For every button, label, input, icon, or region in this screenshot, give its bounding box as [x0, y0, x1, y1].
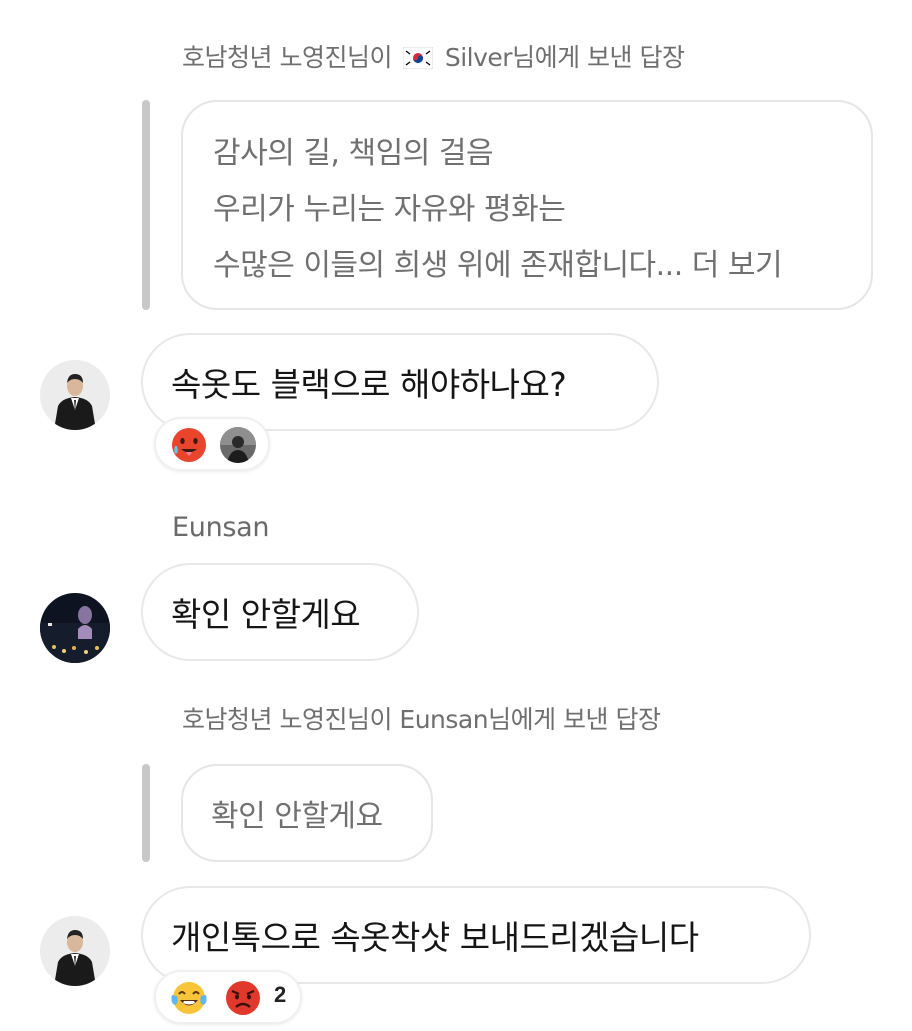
hot-face-emoji-icon	[172, 428, 206, 462]
message-text-3: 개인톡으로 속옷착샷 보내드리겠습니다	[171, 918, 699, 957]
quote-line-1: 감사의 길, 책임의 걸음	[213, 136, 494, 171]
south-korea-flag-icon	[403, 47, 434, 69]
reaction-count: 2	[274, 982, 287, 1007]
angry-face-emoji-icon	[226, 981, 260, 1015]
reply-header-1: 호남청년 노영진님이 Silver님에게 보낸 답장	[182, 38, 685, 74]
reaction-pill-3[interactable]: 2	[154, 970, 302, 1024]
reply-header-2: 호남청년 노영진님이 Eunsan님에게 보낸 답장	[182, 705, 661, 734]
message-bubble-2[interactable]: 확인 안할게요	[141, 563, 419, 661]
avatar-man-suit-icon	[40, 916, 110, 986]
quoted-message-2[interactable]: 확인 안할게요	[181, 764, 433, 862]
quote-line-3: 수많은 이들의 희생 위에 존재합니다... 더 보기	[213, 248, 783, 283]
quote-bar-1	[142, 100, 150, 310]
tears-of-joy-emoji-icon	[171, 982, 207, 1014]
user-avatar-icon	[220, 427, 256, 463]
avatar-eunsan[interactable]	[40, 593, 110, 663]
avatar-man-suit-icon	[40, 360, 110, 430]
avatar-concert-icon	[40, 593, 110, 663]
quote-bar-2	[142, 764, 150, 862]
avatar-noyoungjin-1[interactable]	[40, 360, 110, 430]
reply-header-suffix: Silver님에게 보낸 답장	[444, 43, 685, 72]
quote-text-2: 확인 안할게요	[211, 799, 383, 834]
reaction-pill-1[interactable]	[154, 417, 270, 471]
message-text-1: 속옷도 블랙으로 해야하나요?	[171, 365, 567, 404]
reply-header-prefix: 호남청년 노영진님이	[182, 43, 392, 72]
reactor-avatar	[220, 427, 256, 463]
sender-name-eunsan: Eunsan	[172, 512, 270, 543]
avatar-noyoungjin-2[interactable]	[40, 916, 110, 986]
quoted-message-1[interactable]: 감사의 길, 책임의 걸음 우리가 누리는 자유와 평화는 수많은 이들의 희생…	[181, 100, 873, 310]
quote-line-2: 우리가 누리는 자유와 평화는	[213, 192, 566, 227]
message-text-2: 확인 안할게요	[171, 595, 361, 634]
